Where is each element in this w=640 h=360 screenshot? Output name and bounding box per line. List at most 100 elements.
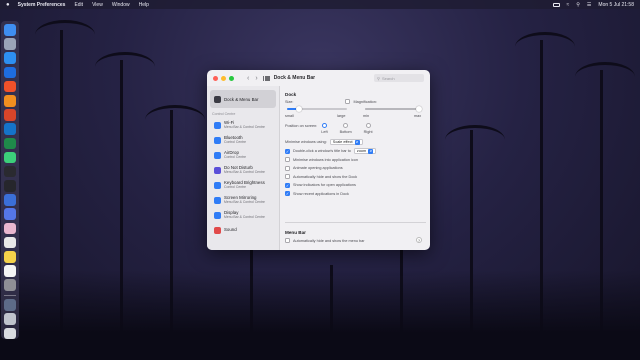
- search-icon: ⚲: [377, 75, 380, 81]
- sidebar-item-text: Display Menu Bar & Control Centre: [224, 210, 265, 220]
- dock-app-brave-icon[interactable]: [4, 80, 16, 93]
- keyboard-brightness-icon: [214, 182, 221, 189]
- search-field[interactable]: ⚲ Search: [374, 74, 424, 82]
- dock-app-office-icon[interactable]: [4, 109, 16, 121]
- dock-app-folder-icon[interactable]: [4, 313, 16, 325]
- magnification-slider[interactable]: [365, 106, 422, 112]
- sidebar-item-screen-mirroring[interactable]: Screen Mirroring Menu Bar & Control Centr…: [210, 193, 276, 208]
- close-button[interactable]: [213, 75, 218, 81]
- sidebar-item-sublabel: Control Centre: [224, 185, 247, 190]
- show-all-grid-icon[interactable]: [262, 75, 270, 81]
- dock-app-trash-icon[interactable]: [4, 327, 16, 340]
- position-bottom-radio[interactable]: [343, 123, 349, 128]
- double-click-action-value: zoom: [356, 149, 367, 154]
- magnification-label: Magnification:: [353, 99, 377, 104]
- system-preferences-window: ‹ › Dock & Menu Bar ⚲ Search Dock & Menu…: [207, 70, 430, 250]
- dock-app-app-dark-icon[interactable]: [4, 165, 16, 178]
- dock-option-checkbox[interactable]: [285, 157, 290, 163]
- menu-help[interactable]: Help: [139, 2, 149, 8]
- position-right-label: Right: [363, 130, 373, 134]
- sidebar-item-airdrop[interactable]: AirDrop Control Centre: [210, 148, 276, 163]
- zoom-button[interactable]: [229, 75, 234, 81]
- minimize-button[interactable]: [221, 75, 226, 81]
- dock-app-app-blue-icon[interactable]: [4, 208, 16, 221]
- position-option-bottom[interactable]: Bottom: [340, 123, 352, 134]
- dock-app-finder-icon[interactable]: [4, 24, 16, 36]
- dock-heading: Dock: [285, 92, 297, 97]
- dock-app-outlook-icon[interactable]: [4, 123, 16, 135]
- bluetooth-icon: [214, 137, 221, 144]
- sidebar-item-text: Do Not Disturb Menu Bar & Control Centre: [224, 165, 265, 175]
- dock-app-excel-icon[interactable]: [4, 137, 16, 150]
- position-option-right[interactable]: Right: [364, 123, 373, 134]
- double-click-checkbox[interactable]: ✓: [285, 148, 290, 154]
- sidebar-item-text: Wi-Fi Menu Bar & Control Centre: [224, 120, 265, 130]
- dock-option-checkbox[interactable]: ✓: [285, 191, 290, 197]
- dock-menubar-icon: [214, 95, 221, 103]
- sidebar-item-bluetooth[interactable]: Bluetooth Control Centre: [210, 133, 276, 148]
- sidebar-item-dock-menu-bar[interactable]: Dock & Menu Bar: [210, 90, 276, 108]
- search-placeholder: Search: [381, 75, 395, 81]
- menu-window[interactable]: Window: [112, 2, 130, 8]
- wifi-icon: [214, 122, 221, 129]
- menu-app-name[interactable]: System Preferences: [18, 2, 66, 8]
- sidebar-item-wi-fi[interactable]: Wi-Fi Menu Bar & Control Centre: [210, 118, 276, 133]
- dock-app-photos-icon[interactable]: [4, 222, 16, 235]
- back-icon[interactable]: ‹: [247, 75, 249, 82]
- moon-icon: [214, 167, 221, 174]
- dock-app-terminal-icon[interactable]: [4, 180, 16, 192]
- sidebar-section-label: Control Centre: [212, 112, 236, 116]
- size-max-label: large: [337, 114, 346, 118]
- apple-menu-icon[interactable]: ●: [6, 2, 10, 8]
- size-slider[interactable]: [287, 106, 347, 112]
- dock-app-safari-icon[interactable]: [4, 52, 16, 64]
- dock-app-affinity-icon[interactable]: [4, 194, 16, 206]
- position-left-radio[interactable]: [321, 123, 327, 128]
- forward-icon[interactable]: ›: [255, 75, 257, 82]
- double-click-action-popup[interactable]: zoom ⇵: [353, 148, 377, 155]
- section-divider: [285, 222, 426, 223]
- sidebar-item-label: Sound: [224, 227, 237, 233]
- mag-max-label: max: [414, 113, 422, 118]
- position-option-left[interactable]: Left: [321, 123, 328, 134]
- dock-app-settings-icon[interactable]: [4, 279, 16, 291]
- dock-app-chrome-icon[interactable]: [4, 236, 16, 249]
- dock-option-checkbox[interactable]: [285, 174, 290, 180]
- dock-option-label: Animate opening applications: [293, 166, 343, 171]
- magnification-checkbox[interactable]: [345, 99, 351, 104]
- dock-app-app-store-icon[interactable]: [4, 66, 16, 79]
- help-button[interactable]: ?: [416, 237, 422, 243]
- chevron-updown-icon: ⇵: [368, 148, 374, 154]
- dock-option-checkbox[interactable]: [285, 165, 290, 171]
- spotlight-icon[interactable]: ⚲: [576, 2, 580, 8]
- sidebar-item-sublabel: Menu Bar & Control Centre: [224, 125, 265, 130]
- dock-app-sublime-icon[interactable]: [4, 94, 16, 107]
- minimise-effect-popup[interactable]: Scale effect ⇵: [329, 139, 363, 145]
- dock-app-calendar-icon[interactable]: [4, 265, 16, 277]
- wifi-status-icon[interactable]: ≈: [567, 2, 570, 8]
- clock[interactable]: Mon 5 Jul 21:58: [598, 2, 634, 8]
- magnification-slider-knob[interactable]: [416, 106, 422, 112]
- dock-app-launchpad-icon[interactable]: [4, 38, 16, 50]
- sidebar-item-display[interactable]: Display Menu Bar & Control Centre: [210, 208, 276, 223]
- sidebar-item-keyboard-brightness[interactable]: Keyboard Brightness Control Centre: [210, 178, 276, 193]
- position-right-radio[interactable]: [365, 123, 371, 128]
- sidebar-item-do-not-disturb[interactable]: Do Not Disturb Menu Bar & Control Centre: [210, 163, 276, 178]
- dock-separator: [4, 294, 16, 296]
- dock-option-row: Animate opening applications: [285, 164, 426, 173]
- size-slider-knob[interactable]: [296, 106, 302, 112]
- menu-bar-autohide-checkbox[interactable]: [285, 238, 290, 244]
- display-icon: [214, 212, 221, 219]
- dock-app-terminal-green-icon[interactable]: [4, 151, 16, 164]
- dock-app-downloads-icon[interactable]: [4, 299, 16, 311]
- dock-option-checkbox[interactable]: ✓: [285, 182, 290, 188]
- size-label: Size:: [285, 99, 294, 104]
- battery-icon[interactable]: [552, 2, 560, 7]
- menu-view[interactable]: View: [92, 2, 103, 8]
- position-bottom-label: Bottom: [339, 130, 352, 134]
- dock-app-notes-icon[interactable]: [4, 251, 16, 263]
- control-centre-icon[interactable]: ☰: [587, 2, 591, 8]
- menu-edit[interactable]: Edit: [74, 2, 83, 8]
- sidebar-item-sound[interactable]: Sound: [210, 223, 276, 238]
- dock-option-label: Automatically hide and show the Dock: [293, 174, 358, 179]
